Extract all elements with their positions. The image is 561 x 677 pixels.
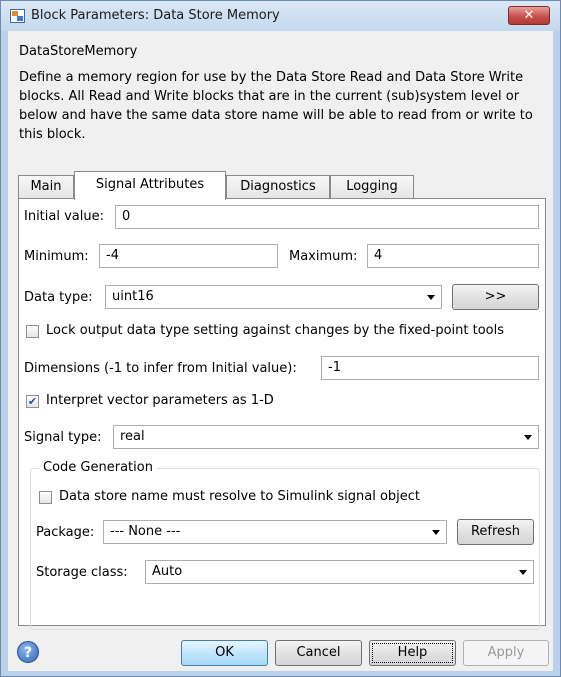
package-select[interactable]: --- None --- — [103, 520, 447, 544]
data-type-value: uint16 — [112, 289, 154, 304]
tab-diagnostics[interactable]: Diagnostics — [226, 175, 330, 199]
refresh-button[interactable]: Refresh — [457, 519, 534, 545]
code-generation-title: Code Generation — [39, 460, 157, 475]
chevron-down-icon — [524, 435, 532, 440]
data-type-label: Data type: — [24, 290, 93, 305]
maximum-field[interactable]: 4 — [367, 244, 539, 268]
help-button[interactable]: Help — [369, 640, 456, 666]
chevron-down-icon — [519, 570, 527, 575]
chevron-down-icon — [427, 295, 435, 300]
description-group: DataStoreMemory Define a memory region f… — [9, 34, 552, 168]
dialog-body: DataStoreMemory Define a memory region f… — [8, 31, 553, 671]
minimum-label: Minimum: — [24, 249, 89, 264]
dimensions-label: Dimensions (-1 to infer from Initial val… — [24, 361, 297, 376]
resolve-signal-object-label: Data store name must resolve to Simulink… — [59, 489, 421, 504]
interpret-vector-checkbox[interactable]: ✔ — [26, 395, 39, 408]
tab-bar: Main Signal Attributes Diagnostics Loggi… — [18, 171, 548, 200]
lock-data-type-checkbox[interactable] — [26, 325, 39, 338]
cancel-button[interactable]: Cancel — [275, 640, 362, 666]
tab-main[interactable]: Main — [18, 175, 74, 199]
storage-class-select[interactable]: Auto — [145, 560, 534, 584]
signal-type-value: real — [120, 429, 145, 444]
lock-data-type-label: Lock output data type setting against ch… — [46, 323, 505, 338]
initial-value-field[interactable]: 0 — [115, 205, 539, 229]
apply-button[interactable]: Apply — [463, 640, 549, 666]
tab-signal-attributes[interactable]: Signal Attributes — [74, 171, 226, 200]
close-icon[interactable]: ✕ — [508, 6, 550, 25]
help-icon[interactable]: ? — [17, 641, 39, 663]
minimum-field[interactable]: -4 — [99, 244, 278, 268]
data-type-assistant-button[interactable]: >> — [452, 284, 539, 310]
window-title: Block Parameters: Data Store Memory — [31, 8, 280, 23]
package-label: Package: — [36, 525, 95, 540]
ok-button[interactable]: OK — [181, 640, 268, 666]
maximum-label: Maximum: — [289, 249, 358, 264]
tab-logging[interactable]: Logging — [330, 175, 414, 199]
button-bar: ? OK Cancel Help Apply — [8, 629, 553, 671]
initial-value-label: Initial value: — [24, 209, 104, 224]
signal-type-select[interactable]: real — [113, 425, 539, 449]
data-type-select[interactable]: uint16 — [105, 285, 442, 309]
chevron-down-icon — [432, 530, 440, 535]
signal-type-label: Signal type: — [24, 430, 102, 445]
description-text: Define a memory region for use by the Da… — [19, 70, 533, 142]
interpret-vector-label: Interpret vector parameters as 1-D — [46, 393, 274, 408]
description-group-title: DataStoreMemory — [19, 44, 138, 59]
signal-attributes-panel: Initial value: 0 Minimum: -4 Maximum: 4 … — [18, 198, 546, 630]
code-generation-group: Code Generation Data store name must res… — [30, 460, 540, 630]
storage-class-label: Storage class: — [36, 565, 128, 580]
dimensions-field[interactable]: -1 — [321, 356, 539, 380]
simulink-block-icon — [10, 9, 25, 23]
title-bar[interactable]: Block Parameters: Data Store Memory ✕ — [1, 1, 560, 31]
package-value: --- None --- — [110, 524, 181, 539]
storage-class-value: Auto — [152, 564, 183, 579]
dialog-window: Block Parameters: Data Store Memory ✕ Da… — [0, 0, 561, 677]
resolve-signal-object-checkbox[interactable] — [39, 491, 52, 504]
